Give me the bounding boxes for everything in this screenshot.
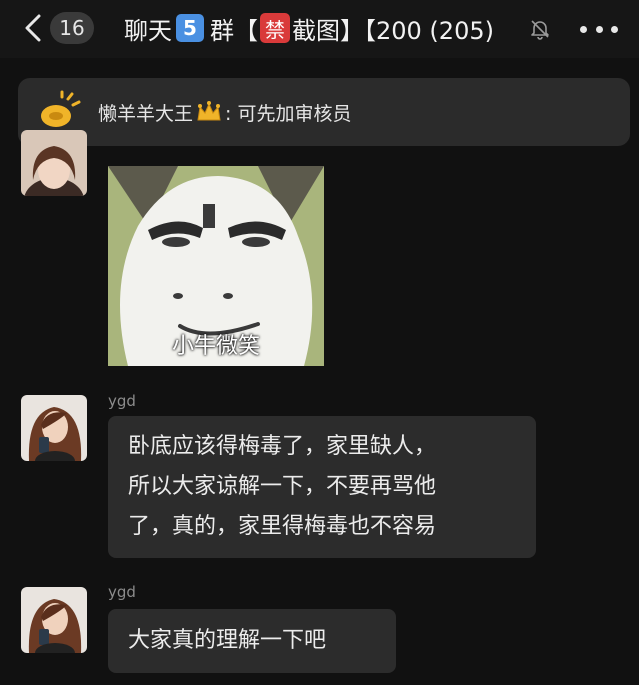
- ban-badge: 禁: [260, 13, 290, 43]
- avatar[interactable]: [21, 587, 87, 653]
- more-dots-icon[interactable]: [580, 16, 618, 42]
- message-line: 了，真的，家里得梅毒也不容易: [128, 514, 437, 539]
- announcement-author: 懒羊羊大王: [98, 102, 194, 125]
- announcement-text: 懒羊羊大王 : 可先加审核员: [98, 99, 351, 126]
- chat-header: 16 聊天 5 群 【 禁 截图】【200 (205): [0, 0, 639, 58]
- title-bracket: 【: [234, 16, 258, 45]
- message-line: 所以大家谅解一下，不要再骂他: [128, 474, 437, 499]
- megaphone-icon: [38, 90, 82, 134]
- title-group: 群: [210, 16, 234, 45]
- sender-name: ygd: [108, 583, 136, 601]
- message-bubble[interactable]: 卧底应该得梅毒了，家里缺人， 所以大家谅解一下，不要再骂他 了，真的，家里得梅毒…: [108, 416, 536, 558]
- announcement-banner[interactable]: 懒羊羊大王 : 可先加审核员: [18, 78, 630, 146]
- announcement-message: : 可先加审核员: [225, 102, 352, 125]
- sticker-image[interactable]: 小牛微笑: [108, 166, 324, 366]
- message-bubble[interactable]: 大家真的理解一下吧: [108, 609, 396, 673]
- avatar[interactable]: [21, 130, 87, 196]
- avatar[interactable]: [21, 395, 87, 461]
- unread-count-badge: 16: [50, 12, 94, 44]
- crown-icon: [195, 100, 223, 124]
- chevron-left-icon: [22, 13, 44, 43]
- sender-name: ygd: [108, 392, 136, 410]
- bell-off-icon: [529, 18, 551, 40]
- title-rest: 截图】【200 (205): [292, 16, 494, 45]
- sticker-caption: 小牛微笑: [171, 334, 260, 359]
- chat-title[interactable]: 聊天 5 群 【 禁 截图】【200 (205): [124, 9, 554, 47]
- message-line: 大家真的理解一下吧: [128, 628, 327, 653]
- back-button[interactable]: 16: [22, 10, 112, 46]
- number-badge: 5: [176, 14, 204, 42]
- message-line: 卧底应该得梅毒了，家里缺人，: [128, 434, 437, 459]
- title-prefix: 聊天: [124, 16, 172, 45]
